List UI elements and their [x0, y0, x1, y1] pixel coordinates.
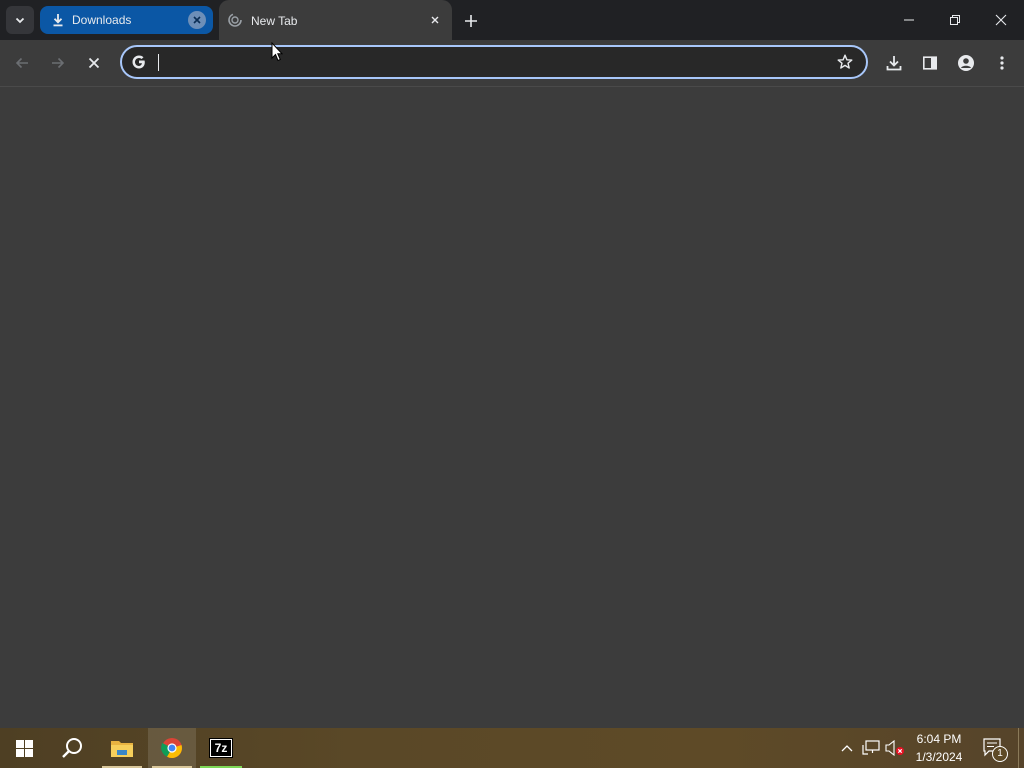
downloads-button[interactable]	[880, 49, 908, 77]
tab-title: New Tab	[251, 14, 298, 28]
windows-taskbar: 7z 6:04 PM 1/3/2024 1	[0, 728, 1024, 768]
forward-button[interactable]	[44, 49, 72, 77]
side-panel-icon	[922, 56, 937, 70]
address-input[interactable]	[156, 51, 816, 73]
bookmark-star-icon[interactable]	[836, 53, 854, 76]
page-content	[0, 87, 1024, 728]
taskbar-7zip[interactable]: 7z	[200, 728, 242, 768]
minimize-icon	[904, 19, 914, 21]
side-panel-button[interactable]	[916, 49, 944, 77]
browser-title-bar: Downloads New Tab	[0, 0, 1024, 40]
volume-button[interactable]	[884, 728, 906, 768]
forward-arrow-icon	[52, 57, 65, 69]
close-icon[interactable]	[426, 11, 444, 29]
restore-icon	[950, 15, 960, 25]
mouse-cursor-icon	[271, 42, 283, 62]
loading-spinner-icon	[227, 12, 243, 28]
chrome-icon	[161, 738, 182, 759]
search-button[interactable]	[48, 728, 96, 768]
more-menu-button[interactable]	[988, 49, 1016, 77]
network-button[interactable]	[860, 728, 882, 768]
plus-icon	[465, 15, 477, 27]
restore-button[interactable]	[932, 0, 978, 40]
minimize-button[interactable]	[886, 0, 932, 40]
windows-logo-icon	[15, 739, 33, 757]
google-g-icon	[130, 53, 148, 76]
download-icon	[50, 12, 66, 28]
tab-search-button[interactable]	[6, 6, 34, 34]
clock-date: 1/3/2024	[915, 750, 963, 764]
action-center-button[interactable]: 1	[978, 728, 1010, 768]
more-menu-icon	[1000, 56, 1004, 70]
new-tab-button[interactable]	[460, 10, 482, 32]
show-desktop-divider[interactable]	[1018, 728, 1019, 768]
clock-time: 6:04 PM	[916, 732, 962, 746]
address-bar[interactable]	[120, 45, 868, 79]
back-arrow-icon	[15, 57, 28, 69]
stop-loading-icon	[88, 57, 100, 69]
notification-count-badge: 1	[992, 746, 1008, 762]
volume-muted-icon	[885, 740, 904, 756]
profile-icon	[958, 55, 974, 71]
tab-downloads[interactable]: Downloads	[40, 6, 213, 34]
network-icon	[862, 740, 880, 755]
taskbar-chrome[interactable]	[148, 728, 196, 768]
profile-button[interactable]	[952, 49, 980, 77]
chevron-down-icon	[15, 17, 25, 24]
7zip-icon: 7z	[209, 738, 233, 758]
file-explorer-icon	[111, 741, 133, 757]
taskbar-clock[interactable]: 6:04 PM 1/3/2024	[908, 730, 970, 766]
stop-loading-button[interactable]	[80, 49, 108, 77]
close-icon[interactable]	[188, 11, 206, 29]
text-caret	[158, 54, 159, 71]
download-icon	[886, 56, 902, 71]
taskbar-file-explorer[interactable]	[98, 728, 146, 768]
tab-new-tab[interactable]: New Tab	[219, 0, 452, 40]
7zip-label: 7z	[211, 740, 231, 756]
close-icon	[995, 14, 1007, 26]
show-hidden-icons-button[interactable]	[836, 728, 858, 768]
start-button[interactable]	[0, 728, 48, 768]
tab-title: Downloads	[72, 13, 132, 27]
back-button[interactable]	[8, 49, 36, 77]
chevron-up-icon	[841, 745, 853, 752]
browser-toolbar	[0, 40, 1024, 87]
search-icon	[62, 738, 82, 758]
close-window-button[interactable]	[978, 0, 1024, 40]
